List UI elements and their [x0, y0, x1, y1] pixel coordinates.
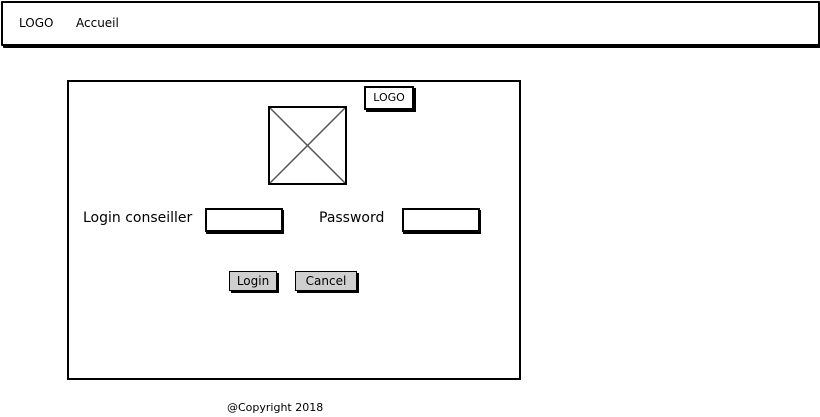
- password-label: Password: [319, 210, 385, 226]
- header-logo: LOGO: [19, 16, 54, 30]
- cancel-button[interactable]: Cancel: [295, 271, 357, 291]
- top-navigation-bar: LOGO Accueil: [1, 1, 820, 46]
- footer-copyright: @Copyright 2018: [227, 401, 324, 414]
- login-panel: LOGO Login conseiller Password Login Can…: [67, 80, 521, 380]
- image-placeholder-cross: [270, 108, 345, 183]
- password-input[interactable]: [402, 208, 480, 232]
- nav-link-accueil[interactable]: Accueil: [76, 16, 119, 30]
- login-button[interactable]: Login: [229, 271, 277, 291]
- login-conseiller-label: Login conseiller: [83, 210, 193, 226]
- panel-logo-badge: LOGO: [364, 86, 414, 110]
- page: LOGO Accueil LOGO Login conseiller Passw…: [0, 0, 820, 417]
- login-conseiller-input[interactable]: [205, 208, 283, 232]
- image-placeholder-icon: [268, 106, 347, 185]
